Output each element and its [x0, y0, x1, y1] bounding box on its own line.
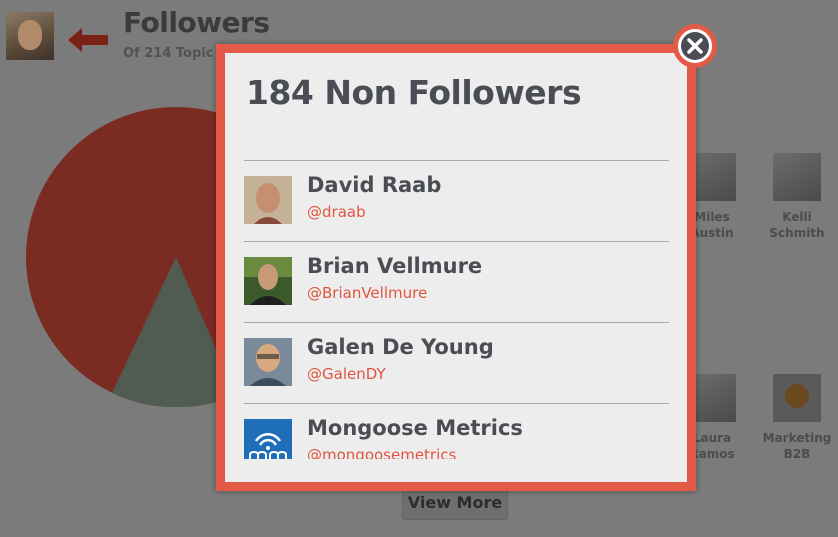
non-followers-modal: 184 Non Followers David Raab @draab Bria… — [216, 44, 696, 491]
avatar — [244, 338, 292, 386]
close-icon — [681, 32, 709, 60]
page-title: Followers — [123, 6, 270, 39]
person-name: Marketing B2B — [762, 431, 832, 461]
user-name[interactable]: Brian Vellmure — [307, 254, 482, 278]
person-name: Kelli Schmith — [769, 210, 825, 240]
user-name[interactable]: Galen De Young — [307, 335, 494, 359]
modal-content: 184 Non Followers David Raab @draab Bria… — [225, 53, 687, 482]
list-item[interactable]: Galen De Young @GalenDY — [244, 323, 669, 404]
modal-title: 184 Non Followers — [246, 73, 582, 112]
avatar — [244, 257, 292, 305]
user-handle[interactable]: @draab — [307, 203, 366, 221]
list-item[interactable]: David Raab @draab — [244, 161, 669, 242]
back-arrow-icon[interactable] — [68, 28, 110, 52]
list-item[interactable]: Brian Vellmure @BrianVellmure — [244, 242, 669, 323]
user-handle[interactable]: @mongoosemetrics — [307, 446, 456, 459]
person-card[interactable]: Kelli Schmith — [762, 153, 832, 241]
person-card[interactable]: Marketing B2B — [762, 374, 832, 462]
user-name[interactable]: David Raab — [307, 173, 441, 197]
user-list[interactable]: David Raab @draab Brian Vellmure @BrianV… — [244, 160, 669, 459]
person-avatar — [773, 153, 821, 201]
user-handle[interactable]: @BrianVellmure — [307, 284, 427, 302]
b2b-marketing-logo — [773, 374, 821, 422]
user-handle[interactable]: @GalenDY — [307, 365, 386, 383]
avatar — [244, 176, 292, 224]
list-item[interactable]: Mongoose Metrics @mongoosemetrics — [244, 404, 669, 459]
close-button[interactable] — [673, 24, 717, 68]
mongoose-metrics-logo-icon — [244, 419, 292, 459]
user-name[interactable]: Mongoose Metrics — [307, 416, 523, 440]
profile-avatar — [6, 12, 54, 60]
